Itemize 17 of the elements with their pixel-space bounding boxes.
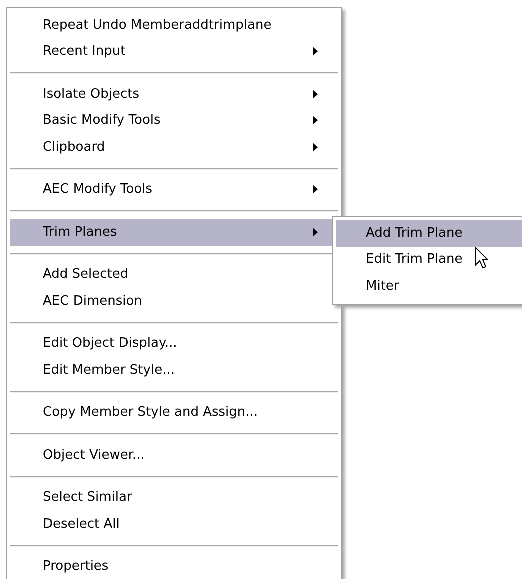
menu-item[interactable]: Add Trim Plane <box>336 220 522 246</box>
menu-item[interactable]: Isolate Objects <box>10 81 338 108</box>
menu-item[interactable]: Clipboard <box>10 134 338 160</box>
menu-item[interactable]: Miter <box>336 273 522 300</box>
menu-item[interactable]: Repeat Undo Memberaddtrimplane <box>10 12 338 38</box>
menu-item[interactable]: AEC Modify Tools <box>10 176 338 203</box>
pointer-cursor-icon <box>475 247 491 271</box>
menu-item[interactable]: Properties <box>10 554 338 579</box>
menu-item[interactable]: Edit Member Style... <box>10 357 338 384</box>
menu-item[interactable]: Recent Input <box>10 38 338 65</box>
menu-item[interactable]: Object Viewer... <box>10 442 338 468</box>
menu-item[interactable]: Edit Object Display... <box>10 330 338 357</box>
menu-item[interactable]: Copy Member Style and Assign... <box>10 400 338 426</box>
menu-item[interactable]: Deselect All <box>10 511 338 538</box>
menu-item[interactable]: Select Similar <box>10 484 338 511</box>
menu-item[interactable]: Edit Trim Plane <box>336 246 522 273</box>
menu-item[interactable]: Basic Modify Tools <box>10 108 338 134</box>
